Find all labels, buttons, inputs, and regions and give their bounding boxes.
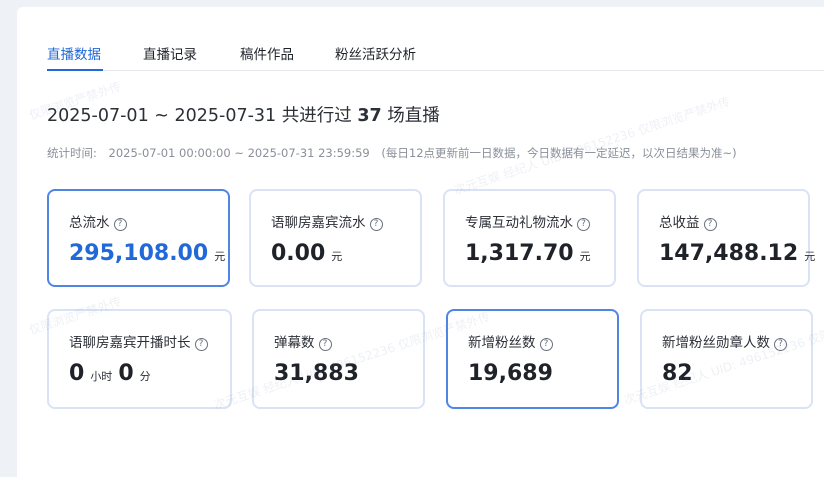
help-icon[interactable]: ?: [539, 338, 553, 351]
card-value: 0.00: [271, 241, 326, 266]
card-voice-guest-revenue[interactable]: 语聊房嘉宾流水? 0.00 元: [249, 189, 422, 287]
summary-prefix: 共进行过: [281, 106, 352, 126]
card-total-income[interactable]: 总收益? 147,488.12 元: [637, 189, 815, 287]
card-title: 新增粉丝数: [468, 335, 536, 351]
stat-time: 统计时间: 2025-07-01 00:00:00 ~ 2025-07-31 2…: [47, 145, 745, 161]
help-icon[interactable]: ?: [577, 218, 590, 231]
card-unit: 元: [579, 250, 591, 263]
card-exclusive-gift-revenue[interactable]: 专属互动礼物流水? 1,317.70 元: [443, 189, 616, 287]
stat-time-range: 2025-07-01 00:00:00 ~ 2025-07-31 23:59:5…: [108, 146, 370, 160]
tab-live-data[interactable]: 直播数据: [47, 43, 101, 63]
card-title: 语聊房嘉宾开播时长: [69, 335, 191, 351]
card-value: 19,689: [468, 361, 553, 386]
help-icon[interactable]: ?: [194, 338, 208, 351]
summary-range: 2025-07-01 ~ 2025-07-31: [47, 106, 277, 126]
active-tab-indicator: [47, 69, 103, 71]
hours-unit: 小时: [90, 370, 113, 383]
card-title: 弹幕数: [274, 335, 315, 351]
card-unit: 元: [804, 250, 816, 263]
card-total-revenue[interactable]: 总流水? 295,108.00 元: [47, 189, 230, 287]
stat-time-label: 统计时间:: [47, 146, 97, 160]
card-value: 1,317.70: [465, 241, 574, 266]
card-new-fan-medal-holders[interactable]: 新增粉丝勋章人数? 82: [640, 309, 813, 409]
card-value: 82: [662, 361, 693, 386]
card-title: 专属互动礼物流水: [465, 215, 573, 231]
card-title: 新增粉丝勋章人数: [662, 335, 770, 351]
card-title: 总流水: [69, 215, 110, 231]
help-icon[interactable]: ?: [113, 218, 127, 231]
help-icon[interactable]: ?: [774, 338, 787, 351]
card-danmaku-count[interactable]: 弹幕数? 31,883: [252, 309, 425, 409]
minutes-value: 0: [118, 361, 134, 386]
card-voice-guest-duration[interactable]: 语聊房嘉宾开播时长? 0 小时 0 分: [47, 309, 232, 409]
live-summary: 2025-07-01 ~ 2025-07-31 共进行过 37 场直播: [47, 102, 440, 127]
card-value: 147,488.12: [659, 241, 799, 266]
card-unit: 元: [214, 250, 226, 263]
help-icon[interactable]: ?: [318, 338, 332, 351]
card-title: 语聊房嘉宾流水: [271, 215, 366, 231]
tab-works[interactable]: 稿件作品: [240, 43, 294, 63]
help-icon[interactable]: ?: [703, 218, 717, 231]
tab-live-records[interactable]: 直播记录: [143, 43, 197, 63]
help-icon[interactable]: ?: [369, 218, 383, 231]
stat-time-note: (每日12点更新前一日数据，今日数据有一定延迟，以次日结果为准~): [381, 146, 737, 160]
tab-fan-activity[interactable]: 粉丝活跃分析: [335, 43, 416, 63]
minutes-unit: 分: [139, 370, 151, 383]
card-unit: 元: [331, 250, 343, 263]
summary-count: 37: [357, 106, 382, 126]
tab-bar: 直播数据 直播记录 稿件作品 粉丝活跃分析: [47, 37, 824, 71]
main-panel: 直播数据 直播记录 稿件作品 粉丝活跃分析 2025-07-01 ~ 2025-…: [17, 7, 824, 477]
summary-suffix: 场直播: [387, 106, 440, 126]
card-value: 295,108.00: [69, 241, 209, 266]
card-new-followers[interactable]: 新增粉丝数? 19,689: [446, 309, 619, 409]
card-title: 总收益: [659, 215, 700, 231]
card-value: 31,883: [274, 361, 359, 386]
hours-value: 0: [69, 361, 85, 386]
